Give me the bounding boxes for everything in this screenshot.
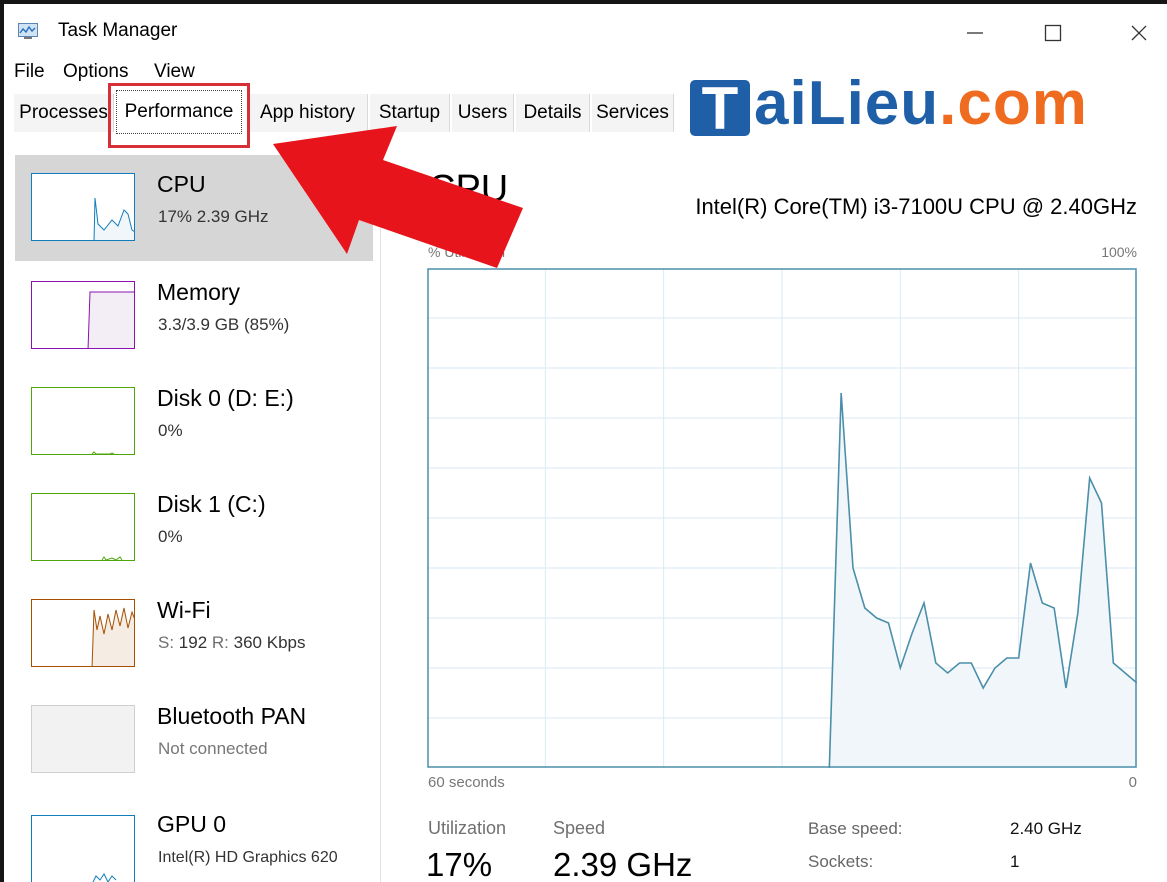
- utilization-value: 17%: [426, 846, 493, 882]
- graph-time-span: 60 seconds: [428, 774, 505, 791]
- disk1-thumbnail-graph: [31, 493, 135, 561]
- sockets-value: 1: [1010, 852, 1020, 871]
- logo-letter: T: [701, 75, 739, 142]
- logo-text: aiLieu.com: [754, 68, 1088, 139]
- logo-mark: T: [690, 75, 750, 142]
- minimize-button[interactable]: [952, 14, 998, 52]
- memory-thumbnail-graph: [31, 281, 135, 349]
- sidebar-item-label: CPU: [157, 171, 206, 197]
- wifi-send-value: 192: [178, 633, 208, 652]
- sidebar-item-detail: 0%: [158, 421, 183, 440]
- title-bar[interactable]: Task Manager: [4, 4, 1167, 56]
- logo-text-orange: .com: [939, 69, 1088, 138]
- sidebar-item-label: Wi-Fi: [157, 597, 211, 623]
- bluetooth-thumbnail-graph: [31, 705, 135, 773]
- wifi-receive-label: R:: [211, 633, 229, 652]
- sidebar-item-label: GPU 0: [157, 811, 227, 837]
- base-speed-label: Base speed:: [808, 819, 903, 838]
- logo-text-blue: aiLieu: [754, 69, 940, 138]
- disk0-thumbnail-graph: [31, 387, 135, 455]
- sidebar-item-detail: Intel(R) HD Graphics 620: [158, 849, 338, 866]
- sidebar-item-wifi[interactable]: Wi-Fi S: 192 R: 360 Kbps: [15, 581, 373, 687]
- sidebar-item-detail: 17% 2.39 GHz: [158, 207, 269, 226]
- base-speed-value: 2.40 GHz: [1010, 819, 1082, 838]
- sidebar-item-detail: S: 192 R: 360 Kbps: [158, 633, 305, 653]
- sidebar-item-disk1[interactable]: Disk 1 (C:) 0%: [15, 475, 373, 581]
- close-icon: [1131, 25, 1147, 41]
- sockets-label: Sockets:: [808, 852, 874, 871]
- sidebar-item-label: Bluetooth PAN: [157, 703, 307, 729]
- close-button[interactable]: [1116, 14, 1162, 52]
- cpu-utilization-graph: [427, 268, 1137, 768]
- performance-highlight-box: [108, 83, 250, 148]
- wifi-thumbnail-graph: [31, 599, 135, 667]
- sidebar-item-label: Disk 1 (C:): [157, 491, 266, 517]
- speed-label: Speed: [553, 818, 606, 838]
- wifi-receive-value: 360 Kbps: [233, 633, 306, 652]
- maximize-button[interactable]: [1030, 14, 1076, 52]
- cpu-thumbnail-graph: [31, 173, 135, 241]
- menu-options[interactable]: Options: [63, 61, 128, 83]
- sidebar-item-memory[interactable]: Memory 3.3/3.9 GB (85%): [15, 263, 373, 369]
- sidebar-item-detail: 3.3/3.9 GB (85%): [158, 315, 290, 334]
- graph-y-max: 100%: [1101, 244, 1137, 260]
- task-manager-window: Task Manager File Options View Processes…: [0, 0, 1167, 882]
- minimize-icon: [967, 32, 983, 34]
- gpu-thumbnail-graph: [31, 815, 135, 882]
- maximize-icon: [1044, 24, 1062, 42]
- graph-x-min: 0: [1128, 774, 1137, 791]
- red-arrow-annotation: [273, 126, 523, 268]
- window-title: Task Manager: [58, 20, 178, 41]
- task-manager-icon: [18, 23, 38, 39]
- sidebar-item-detail: 0%: [158, 527, 183, 546]
- wifi-send-label: S:: [158, 633, 175, 652]
- menu-view[interactable]: View: [154, 61, 195, 83]
- sidebar-item-gpu0[interactable]: GPU 0 Intel(R) HD Graphics 620: [15, 795, 373, 882]
- sidebar-item-bluetooth-pan[interactable]: Bluetooth PAN Not connected: [15, 687, 373, 793]
- tailieu-logo: T aiLieu.com: [690, 69, 1140, 142]
- tab-processes[interactable]: Processes: [14, 94, 114, 132]
- sidebar-item-disk0[interactable]: Disk 0 (D: E:) 0%: [15, 369, 373, 475]
- cpu-model-name: Intel(R) Core(TM) i3-7100U CPU @ 2.40GHz: [695, 194, 1137, 219]
- cpu-usage-area: [829, 393, 1137, 768]
- utilization-label: Utilization: [428, 818, 507, 838]
- sidebar-item-label: Disk 0 (D: E:): [157, 385, 294, 411]
- speed-value: 2.39 GHz: [553, 846, 693, 882]
- menu-file[interactable]: File: [14, 61, 45, 83]
- tab-services[interactable]: Services: [592, 94, 674, 132]
- sidebar-item-detail: Not connected: [158, 739, 268, 758]
- sidebar-item-label: Memory: [157, 279, 241, 305]
